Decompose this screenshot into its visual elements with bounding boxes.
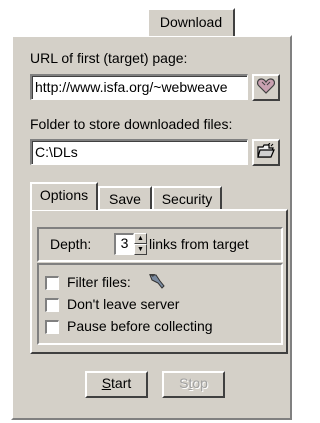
depth-input[interactable]: 3 (114, 233, 134, 255)
start-button[interactable]: Start (85, 371, 148, 398)
dont-leave-server-checkbox[interactable] (45, 298, 59, 312)
dont-leave-server-label: Don't leave server (67, 296, 180, 312)
favorites-button[interactable] (252, 74, 280, 101)
depth-down-button[interactable]: ▼ (134, 244, 147, 255)
pause-before-collecting-checkbox[interactable] (45, 320, 59, 334)
url-label: URL of first (target) page: (30, 50, 188, 66)
folder-input[interactable]: C:\DLs (30, 139, 248, 165)
open-folder-icon (257, 142, 275, 162)
depth-suffix: links from target (149, 236, 249, 252)
folder-label: Folder to store downloaded files: (30, 116, 233, 132)
depth-up-button[interactable]: ▲ (134, 233, 147, 244)
heart-icon (256, 78, 276, 97)
tab-save[interactable]: Save (98, 186, 152, 210)
filter-files-label: Filter files: (67, 274, 131, 290)
tab-download[interactable]: Download (147, 8, 235, 36)
filter-icon[interactable] (147, 272, 167, 293)
depth-label: Depth: (50, 236, 92, 252)
tab-security[interactable]: Security (152, 186, 222, 210)
pause-before-collecting-label: Pause before collecting (67, 318, 213, 334)
stop-button[interactable]: Stop (162, 371, 225, 398)
start-mnemonic: S (101, 375, 112, 391)
browse-folder-button[interactable] (252, 139, 280, 166)
filter-files-checkbox[interactable] (45, 276, 59, 290)
start-label-rest: tart (111, 375, 132, 391)
tab-options[interactable]: Options (30, 182, 98, 210)
stop-label-rest: op (192, 375, 208, 391)
url-input[interactable]: http://www.isfa.org/~webweave (30, 74, 248, 100)
